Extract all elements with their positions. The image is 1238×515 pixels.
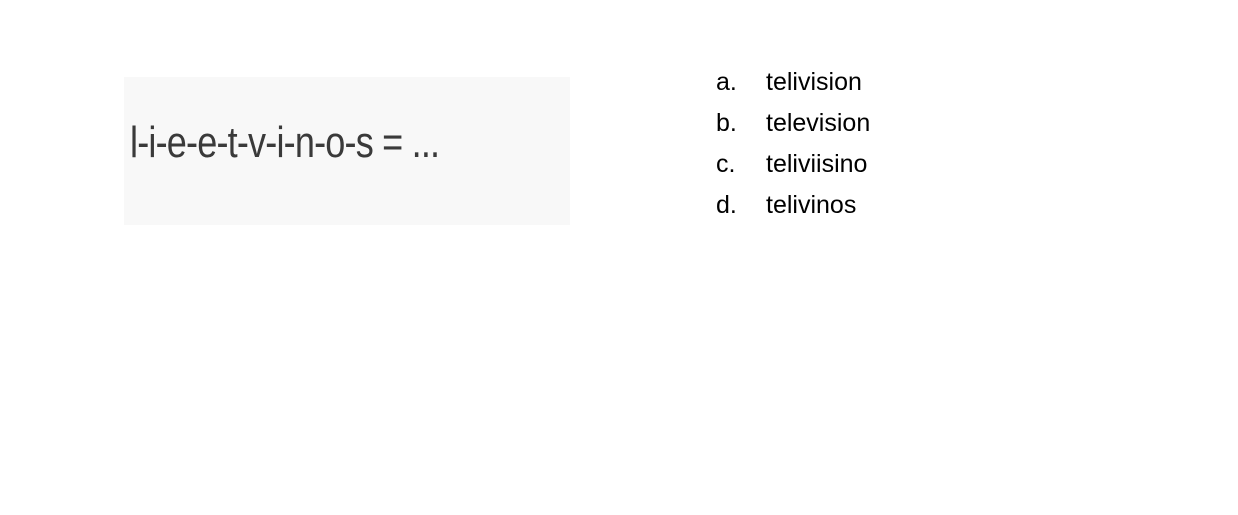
- option-letter: a.: [716, 68, 737, 96]
- answer-options-list: a. telivision b. television c. teliviisi…: [716, 62, 870, 226]
- answer-option-b: b. television: [716, 103, 870, 144]
- option-text: teliviisino: [766, 150, 868, 178]
- answer-option-c: c. teliviisino: [716, 144, 870, 185]
- option-letter: b.: [716, 109, 737, 137]
- option-text: television: [766, 109, 871, 137]
- option-text: telivinos: [766, 191, 857, 219]
- answer-option-a: a. telivision: [716, 62, 870, 103]
- option-text: telivision: [766, 68, 862, 96]
- scrambled-word-text: l-i-e-e-t-v-i-n-o-s = ...: [130, 118, 440, 167]
- option-letter: d.: [716, 191, 737, 219]
- option-letter: c.: [716, 150, 736, 178]
- answer-option-d: d. telivinos: [716, 185, 870, 226]
- scrambled-word-image: l-i-e-e-t-v-i-n-o-s = ...: [124, 77, 570, 225]
